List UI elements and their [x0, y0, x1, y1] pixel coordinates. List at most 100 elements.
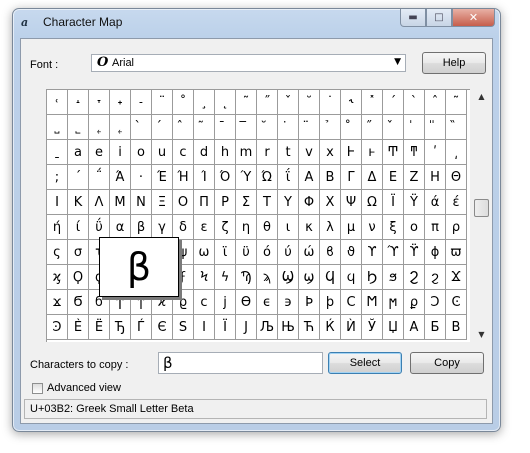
character-cell[interactable]: Ά — [110, 165, 131, 190]
character-cell[interactable]: А — [404, 315, 425, 340]
character-cell[interactable]: κ — [299, 215, 320, 240]
character-cell[interactable]: ˕ — [89, 90, 110, 115]
character-cell[interactable]: ϒ — [362, 240, 383, 265]
character-cell[interactable]: Ω — [362, 190, 383, 215]
character-cell[interactable]: ϟ — [215, 265, 236, 290]
character-cell[interactable]: ϸ — [320, 290, 341, 315]
character-cell[interactable]: ϩ — [425, 265, 446, 290]
character-cell[interactable]: ϣ — [299, 265, 320, 290]
character-cell[interactable]: ε — [194, 215, 215, 240]
character-cell[interactable]: ̂ — [173, 115, 194, 140]
character-cell[interactable]: Ѓ — [131, 315, 152, 340]
character-cell[interactable]: ͱ — [362, 140, 383, 165]
character-cell[interactable]: Ϙ — [68, 265, 89, 290]
character-cell[interactable]: a — [68, 140, 89, 165]
character-cell[interactable]: Θ — [446, 165, 467, 190]
character-cell[interactable]: ˜ — [236, 90, 257, 115]
character-cell[interactable]: ˇ — [278, 90, 299, 115]
character-cell[interactable]: Ύ — [236, 165, 257, 190]
character-cell[interactable]: Ў — [362, 315, 383, 340]
character-cell[interactable]: ̇ — [278, 115, 299, 140]
character-cell[interactable]: ¨ — [152, 90, 173, 115]
maximize-button[interactable]: □ — [426, 9, 452, 27]
character-cell[interactable]: r — [257, 140, 278, 165]
character-cell[interactable]: ϵ — [257, 290, 278, 315]
character-cell[interactable]: ϋ — [236, 240, 257, 265]
character-cell[interactable]: Ё — [89, 315, 110, 340]
character-cell[interactable]: Ψ — [341, 190, 362, 215]
scroll-down-arrow-icon[interactable]: ▼ — [473, 327, 490, 341]
character-cell[interactable]: ω — [194, 240, 215, 265]
character-cell[interactable]: h — [215, 140, 236, 165]
character-cell[interactable]: Ѝ — [341, 315, 362, 340]
character-cell[interactable]: ˙ — [320, 90, 341, 115]
character-cell[interactable]: Η — [425, 165, 446, 190]
character-cell[interactable]: ΐ — [278, 165, 299, 190]
character-cell[interactable]: Δ — [362, 165, 383, 190]
character-cell[interactable]: Φ — [299, 190, 320, 215]
character-cell[interactable]: d — [194, 140, 215, 165]
character-cell[interactable]: ˟ — [362, 90, 383, 115]
character-cell[interactable]: ̍ — [404, 115, 425, 140]
character-cell[interactable]: Ϧ — [362, 265, 383, 290]
character-cell[interactable]: Ϊ — [383, 190, 404, 215]
character-cell[interactable]: Ο — [173, 190, 194, 215]
character-cell[interactable]: m — [236, 140, 257, 165]
character-cell[interactable]: π — [425, 215, 446, 240]
character-cell[interactable]: Ͻ — [425, 290, 446, 315]
character-cell[interactable]: ϧ — [383, 265, 404, 290]
character-cell[interactable]: ϓ — [383, 240, 404, 265]
character-cell[interactable]: ˾ — [68, 115, 89, 140]
character-cell[interactable]: Ϥ — [320, 265, 341, 290]
grid-scrollbar[interactable]: ▲ ▼ — [473, 89, 490, 341]
character-cell[interactable]: η — [236, 215, 257, 240]
character-cell[interactable]: Ќ — [320, 315, 341, 340]
character-cell[interactable]: Ћ — [299, 315, 320, 340]
character-cell[interactable]: ̄ — [215, 115, 236, 140]
close-button[interactable]: ✕ — [452, 9, 495, 27]
character-cell[interactable]: Ѐ — [68, 315, 89, 340]
character-cell[interactable]: ̀ — [131, 115, 152, 140]
character-cell[interactable]: Ζ — [404, 165, 425, 190]
character-cell[interactable]: Ϣ — [278, 265, 299, 290]
character-cell[interactable]: Έ — [152, 165, 173, 190]
character-cell[interactable]: ΄ — [68, 165, 89, 190]
character-cell[interactable]: ̈ — [299, 115, 320, 140]
character-cell[interactable]: σ — [68, 240, 89, 265]
character-cell[interactable]: Ϻ — [362, 290, 383, 315]
character-cell[interactable]: Μ — [110, 190, 131, 215]
scroll-thumb[interactable] — [474, 199, 489, 217]
character-cell[interactable]: Ј — [236, 315, 257, 340]
character-cell[interactable]: ϗ — [47, 265, 68, 290]
character-cell[interactable]: Λ — [89, 190, 110, 215]
character-cell[interactable]: Π — [194, 190, 215, 215]
character-cell[interactable]: Ε — [383, 165, 404, 190]
character-cell[interactable]: v — [299, 140, 320, 165]
advanced-view-toggle[interactable]: Advanced view — [32, 382, 121, 394]
character-cell[interactable]: Ͱ — [341, 140, 362, 165]
character-cell[interactable]: Ϭ — [68, 290, 89, 315]
character-cell[interactable]: ρ — [446, 215, 467, 240]
character-cell[interactable]: Ϟ — [194, 265, 215, 290]
character-cell[interactable]: x — [320, 140, 341, 165]
title-bar[interactable]: a Character Map ▬ □ ✕ — [13, 9, 500, 37]
character-cell[interactable]: Γ — [341, 165, 362, 190]
character-cell[interactable]: Α — [299, 165, 320, 190]
character-cell[interactable]: ˘ — [299, 90, 320, 115]
chevron-down-icon[interactable]: ▼ — [394, 57, 401, 67]
character-cell[interactable]: ̃ — [194, 115, 215, 140]
character-cell[interactable]: Ϩ — [404, 265, 425, 290]
character-cell[interactable]: ι — [278, 215, 299, 240]
help-button[interactable]: Help — [422, 52, 486, 74]
character-cell[interactable]: ̌ — [383, 115, 404, 140]
character-cell[interactable]: ˝ — [257, 90, 278, 115]
character-cell[interactable]: Ξ — [152, 190, 173, 215]
character-cell[interactable]: Њ — [278, 315, 299, 340]
character-cell[interactable]: Σ — [236, 190, 257, 215]
character-cell[interactable]: ϶ — [278, 290, 299, 315]
character-cell[interactable]: ̋ — [362, 115, 383, 140]
character-cell[interactable]: ν — [362, 215, 383, 240]
character-cell[interactable]: ϊ — [215, 240, 236, 265]
character-cell[interactable]: ώ — [299, 240, 320, 265]
character-cell[interactable]: ˽ — [47, 115, 68, 140]
